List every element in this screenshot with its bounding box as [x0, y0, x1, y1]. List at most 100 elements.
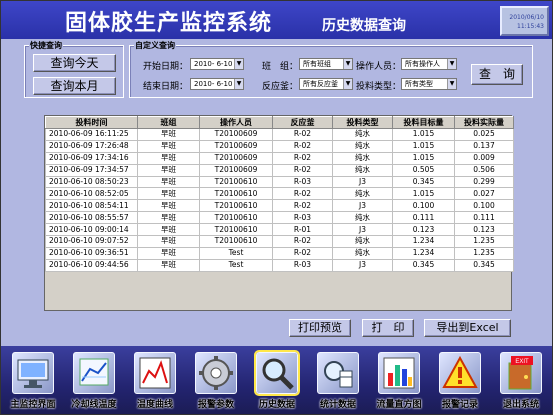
table-row[interactable]: 2010-06-10 09:07:52 早班 T20100610 R-02 纯水 1.23… [45, 235, 514, 248]
table-cell: 1.015 [392, 151, 455, 165]
nav-button-4[interactable]: 报警参数 [191, 352, 241, 410]
chevron-down-icon: ▼ [343, 79, 352, 89]
table-cell: 0.137 [454, 139, 514, 153]
nav-button-label: 报警记录 [441, 400, 478, 410]
table-row[interactable]: 2010-06-10 08:54:11 早班 T20100610 R-02 J3 0.10… [45, 199, 514, 213]
table-cell: R-02 [272, 199, 333, 213]
print-button[interactable]: 打 印 [362, 319, 414, 337]
column-header[interactable]: 投料时间 [45, 116, 138, 129]
column-header[interactable]: 投料实际量 [454, 116, 514, 129]
table-cell: 2010-06-09 16:11:25 [45, 128, 138, 141]
table-cell: 2010-06-10 08:54:11 [45, 199, 138, 213]
table-cell: 2010-06-10 08:52:05 [45, 187, 138, 201]
table-row[interactable]: 2010-06-09 17:34:57 早班 T20100609 R-02 纯水 0.50… [45, 163, 514, 177]
query-today-button[interactable]: 查询今天 [33, 54, 116, 72]
nav-button-label: 主监控界面 [10, 400, 56, 410]
table-cell: 2010-06-09 17:34:57 [45, 163, 138, 177]
table-cell: 早班 [137, 128, 200, 141]
table-cell: 1.015 [392, 187, 455, 201]
query-button[interactable]: 查 询 [471, 64, 523, 85]
operator-value: 所有操作人 [405, 60, 440, 68]
table-row[interactable]: 2010-06-09 17:26:48 早班 T20100609 R-02 纯水 1.01… [45, 139, 514, 153]
start-date-value: 2010- 6-10 [194, 60, 233, 68]
quick-query-group: 快捷查询 查询今天 查询本月 [24, 40, 124, 98]
bottom-navigation: 主监控界面 冷却线温度 温度曲线 报警参数 历史数据 统计数据 流量直方图 报警记录 EXIT 退… [1, 346, 552, 414]
table-row[interactable]: 2010-06-09 17:34:16 早班 T20100609 R-02 纯水 1.01… [45, 151, 514, 165]
feed-type-select[interactable]: 所有类型 ▼ [401, 78, 457, 90]
nav-button-6[interactable]: 统计数据 [313, 352, 363, 410]
table-cell: 0.345 [454, 258, 514, 272]
magnifier-icon [254, 350, 300, 396]
column-header[interactable]: 反应釜 [272, 116, 333, 129]
table-cell: R-02 [272, 128, 333, 141]
table-row[interactable]: 2010-06-10 09:00:14 早班 T20100610 R-01 J3 0.12… [45, 223, 514, 237]
nav-button-2[interactable]: 冷却线温度 [69, 352, 119, 410]
table-row[interactable]: 2010-06-09 16:11:25 早班 T20100609 R-02 纯水 1.01… [45, 128, 514, 141]
export-excel-button[interactable]: 导出到Excel [424, 319, 511, 337]
table-cell: 0.027 [454, 187, 514, 201]
team-label: 班 组： [262, 62, 299, 72]
reactor-select[interactable]: 所有反应釜 ▼ [299, 78, 353, 90]
table-cell: 0.111 [454, 211, 514, 225]
table-cell: R-02 [272, 235, 333, 248]
table-cell: 0.299 [454, 175, 514, 189]
end-date-value: 2010- 6-10 [194, 80, 233, 88]
column-header[interactable]: 操作人员 [199, 116, 273, 129]
column-header[interactable]: 班组 [137, 116, 200, 129]
column-header[interactable]: 投料目标量 [392, 116, 455, 129]
operator-select[interactable]: 所有操作人 ▼ [401, 58, 457, 70]
column-header[interactable]: 投料类型 [332, 116, 393, 129]
table-cell: R-02 [272, 151, 333, 165]
end-date-picker[interactable]: 2010- 6-10 ▼ [190, 78, 244, 90]
table-cell: 早班 [137, 258, 200, 272]
table-cell: T20100610 [199, 223, 273, 237]
nav-button-5[interactable]: 历史数据 [252, 350, 302, 410]
nav-button-1[interactable]: 主监控界面 [8, 352, 58, 410]
warning-icon [439, 352, 481, 394]
start-date-label: 开始日期： [143, 62, 189, 72]
page-title: 历史数据查询 [322, 18, 406, 34]
table-cell: 0.123 [454, 223, 514, 237]
nav-button-7[interactable]: 流量直方图 [374, 352, 424, 410]
table-cell: 早班 [137, 175, 200, 189]
table-header-row: 投料时间 班组 操作人员 反应釜 投料类型 投料目标量 投料实际量 [45, 116, 514, 129]
svg-text:EXIT: EXIT [515, 359, 529, 365]
table-row[interactable]: 2010-06-10 08:50:23 早班 T20100610 R-03 J3 0.34… [45, 175, 514, 189]
table-cell: J3 [332, 199, 393, 213]
line-chart-icon [134, 352, 176, 394]
date-time-display: 2010/06/10 11:15:43 [500, 6, 549, 36]
custom-query-group: 自定义查询 开始日期： 2010- 6-10 ▼ 结束日期： 2010- 6-10… [129, 40, 533, 98]
feed-type-label: 投料类型： [356, 82, 402, 92]
table-cell: 0.009 [454, 151, 514, 165]
table-cell: 0.111 [392, 211, 455, 225]
table-cell: Test [199, 246, 273, 260]
table-row[interactable]: 2010-06-10 08:55:57 早班 T20100610 R-03 纯水 0.11… [45, 211, 514, 225]
history-table-container: 投料时间 班组 操作人员 反应釜 投料类型 投料目标量 投料实际量 2010-06-09 1… [44, 115, 514, 311]
table-cell: 纯水 [332, 139, 393, 153]
table-cell: 2010-06-10 08:50:23 [45, 175, 138, 189]
table-cell: 1.235 [454, 235, 514, 248]
table-row[interactable]: 2010-06-10 08:52:05 早班 T20100610 R-02 纯水 1.01… [45, 187, 514, 201]
table-cell: 早班 [137, 163, 200, 177]
table-cell: 早班 [137, 139, 200, 153]
table-cell: 0.100 [392, 199, 455, 213]
nav-button-3[interactable]: 温度曲线 [130, 352, 180, 410]
table-cell: 早班 [137, 151, 200, 165]
table-cell: 1.234 [392, 235, 455, 248]
monitor-icon [12, 352, 54, 394]
table-row[interactable]: 2010-06-10 09:44:56 早班 Test R-03 J3 0.345 0.34… [45, 258, 514, 272]
reactor-value: 所有反应釜 [303, 80, 338, 88]
start-date-picker[interactable]: 2010- 6-10 ▼ [190, 58, 244, 70]
team-select[interactable]: 所有班组 ▼ [299, 58, 353, 70]
nav-button-9[interactable]: EXIT 退出系统 [496, 352, 546, 410]
nav-button-8[interactable]: 报警记录 [435, 352, 485, 410]
history-table: 投料时间 班组 操作人员 反应釜 投料类型 投料目标量 投料实际量 2010-06-09 1… [45, 116, 514, 272]
query-month-button[interactable]: 查询本月 [33, 77, 116, 95]
table-cell: T20100609 [199, 151, 273, 165]
app-title: 固体胶生产监控系统 [65, 10, 273, 36]
print-preview-button[interactable]: 打印预览 [289, 319, 351, 337]
chevron-down-icon: ▼ [447, 79, 456, 89]
table-cell: 0.123 [392, 223, 455, 237]
table-cell: Test [199, 258, 273, 272]
table-row[interactable]: 2010-06-10 09:36:51 早班 Test R-02 纯水 1.234 1.23… [45, 246, 514, 260]
